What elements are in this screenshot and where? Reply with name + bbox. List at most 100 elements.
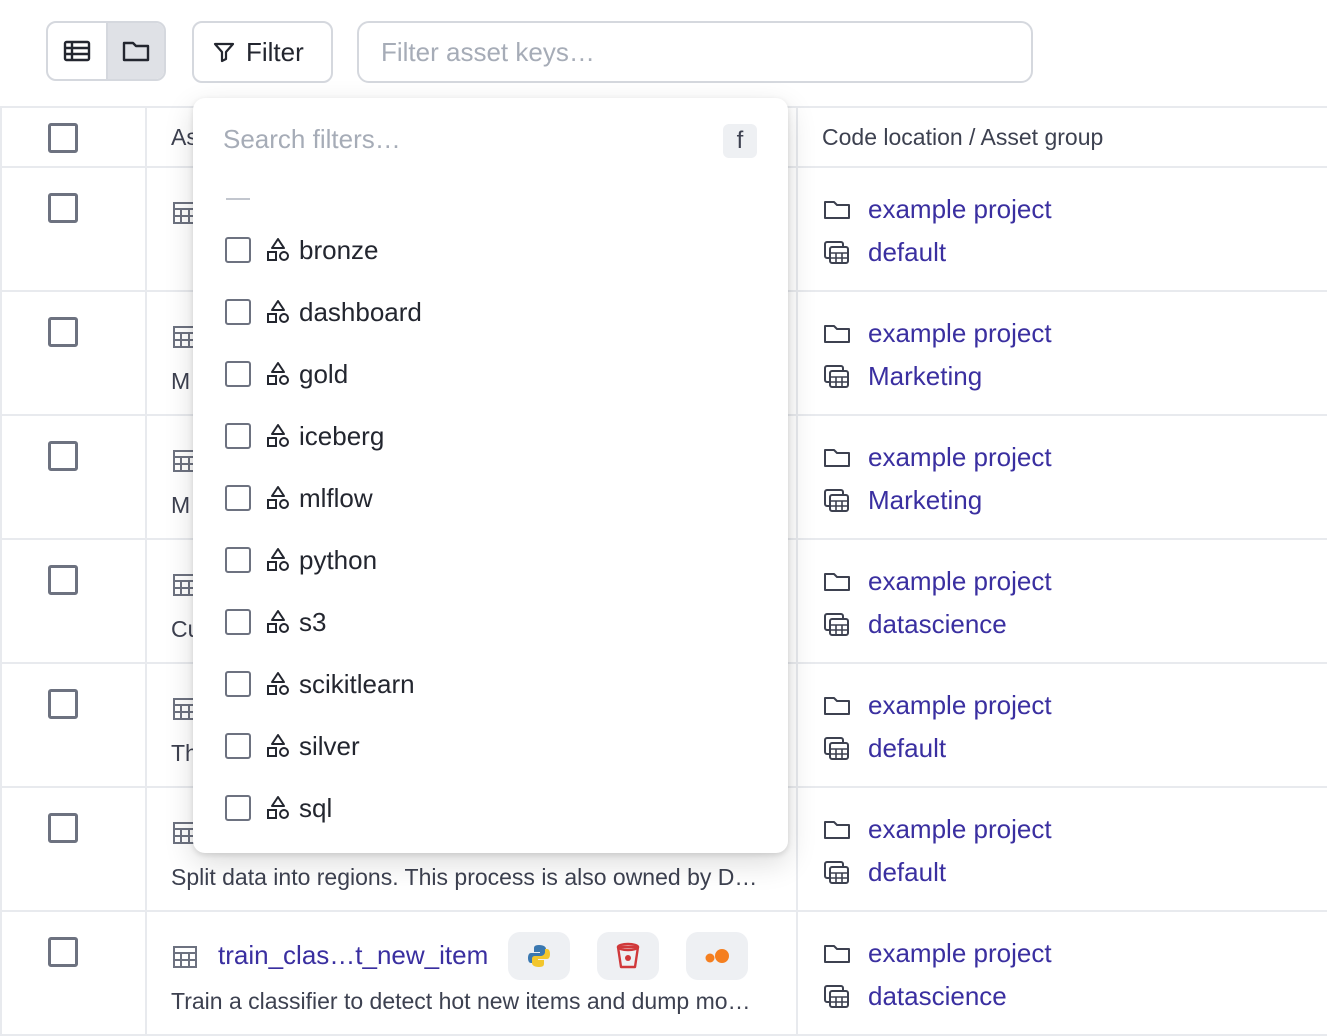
table-list-icon — [63, 40, 91, 62]
code-location-name: example project — [868, 690, 1052, 720]
tag-checkbox[interactable] — [225, 361, 251, 387]
tag-filter-option[interactable]: s3 — [225, 602, 326, 642]
asset-description: Split data into regions. This process is… — [171, 864, 758, 890]
asset-group-icon — [824, 736, 849, 760]
select-all-checkbox[interactable] — [48, 123, 78, 153]
asset-group-link[interactable]: datascience — [822, 975, 1052, 1018]
kind-badge-python[interactable] — [508, 932, 570, 980]
filter-icon — [213, 42, 235, 63]
asset-group-link[interactable]: Marketing — [822, 355, 1052, 398]
tag-icon-wrap — [265, 237, 291, 263]
row-checkbox[interactable] — [48, 193, 78, 223]
code-location-link[interactable]: example project — [822, 560, 1052, 603]
tag-filter-option[interactable]: python — [225, 540, 377, 580]
asset-group-link[interactable]: default — [822, 851, 1052, 894]
filter-search-input[interactable]: Search filters… — [223, 124, 401, 155]
code-location-name: example project — [868, 566, 1052, 596]
tag-checkbox[interactable] — [225, 299, 251, 325]
tag-filter-option[interactable]: iceberg — [225, 416, 384, 456]
row-checkbox[interactable] — [48, 441, 78, 471]
tag-icon — [267, 796, 289, 819]
tag-checkbox[interactable] — [225, 609, 251, 635]
tag-icon-wrap — [265, 361, 291, 387]
filter-button[interactable]: Filter — [192, 21, 333, 83]
tag-checkbox[interactable] — [225, 547, 251, 573]
list-view-button[interactable] — [48, 23, 106, 79]
scroll-indicator — [226, 198, 250, 200]
tag-label: bronze — [299, 234, 379, 265]
asset-key-search-input[interactable] — [357, 21, 1033, 83]
asset-group-name: default — [868, 857, 947, 887]
table-row[interactable]: train_clas…t_new_item Train a classifier … — [0, 912, 1327, 1036]
asset-group-name: datascience — [868, 981, 1007, 1011]
asset-group-link[interactable]: datascience — [822, 603, 1052, 646]
folder-icon — [824, 448, 850, 467]
code-location-name: example project — [868, 442, 1052, 472]
table-icon — [173, 946, 197, 968]
asset-group-link[interactable]: default — [822, 231, 1052, 274]
folder-icon — [122, 41, 150, 62]
asset-group-name: Marketing — [868, 485, 983, 515]
filter-dropdown: Search filters… f bronze dashboard gold ice… — [193, 98, 788, 853]
tag-filter-option[interactable]: bronze — [225, 230, 379, 270]
row-checkbox[interactable] — [48, 317, 78, 347]
tag-icon-wrap — [265, 423, 291, 449]
tag-filter-option[interactable]: dashboard — [225, 292, 422, 332]
tag-checkbox[interactable] — [225, 485, 251, 511]
tag-filter-option[interactable]: mlflow — [225, 478, 373, 518]
kind-badge-s3[interactable] — [597, 932, 659, 980]
tag-label: gold — [299, 358, 349, 389]
row-checkbox[interactable] — [48, 813, 78, 843]
tag-icon-wrap — [265, 485, 291, 511]
asset-group-name: Marketing — [868, 361, 983, 391]
tag-label: iceberg — [299, 420, 385, 451]
tag-label: dashboard — [299, 296, 422, 327]
tag-checkbox[interactable] — [225, 237, 251, 263]
tag-label: mlflow — [299, 482, 373, 513]
tag-filter-option[interactable]: sql — [225, 788, 332, 828]
folder-view-button[interactable] — [105, 23, 164, 79]
folder-icon — [824, 820, 850, 839]
row-checkbox[interactable] — [48, 565, 78, 595]
code-location-cell: example project Marketing — [822, 436, 1052, 522]
tag-icon-wrap — [265, 609, 291, 635]
code-location-link[interactable]: example project — [822, 188, 1052, 231]
row-checkbox[interactable] — [48, 689, 78, 719]
tag-filter-option[interactable]: scikitlearn — [225, 664, 415, 704]
tag-checkbox[interactable] — [225, 733, 251, 759]
code-location-link[interactable]: example project — [822, 684, 1052, 727]
kind-badge-mlflow[interactable] — [686, 932, 748, 980]
folder-icon — [824, 324, 850, 343]
tag-icon — [267, 238, 289, 261]
code-location-name: example project — [868, 814, 1052, 844]
tag-checkbox[interactable] — [225, 671, 251, 697]
code-location-link[interactable]: example project — [822, 932, 1052, 975]
tag-filter-option[interactable]: gold — [225, 354, 348, 394]
asset-group-icon — [824, 488, 849, 512]
asset-name-link[interactable]: train_clas…t_new_item — [218, 940, 488, 971]
asset-description: Train a classifier to detect hot new ite… — [171, 988, 751, 1014]
asset-group-link[interactable]: default — [822, 727, 1052, 770]
code-location-link[interactable]: example project — [822, 808, 1052, 851]
code-location-cell: example project datascience — [822, 560, 1052, 646]
asset-group-icon — [824, 612, 849, 636]
folder-icon — [824, 572, 850, 591]
code-location-link[interactable]: example project — [822, 436, 1052, 479]
tag-icon-wrap — [265, 671, 291, 697]
tag-icon-wrap — [265, 547, 291, 573]
tag-checkbox[interactable] — [225, 795, 251, 821]
tag-icon — [267, 672, 289, 695]
tag-icon — [267, 300, 289, 323]
asset-group-link[interactable]: Marketing — [822, 479, 1052, 522]
asset-group-icon — [824, 364, 849, 388]
folder-icon — [824, 944, 850, 963]
code-location-name: example project — [868, 938, 1052, 968]
tag-checkbox[interactable] — [225, 423, 251, 449]
tag-filter-option[interactable]: silver — [225, 726, 360, 766]
view-toggle — [46, 21, 166, 81]
code-location-cell: example project default — [822, 684, 1052, 770]
row-checkbox[interactable] — [48, 937, 78, 967]
code-location-link[interactable]: example project — [822, 312, 1052, 355]
tag-label: python — [299, 544, 378, 575]
asset-group-icon — [824, 240, 849, 264]
